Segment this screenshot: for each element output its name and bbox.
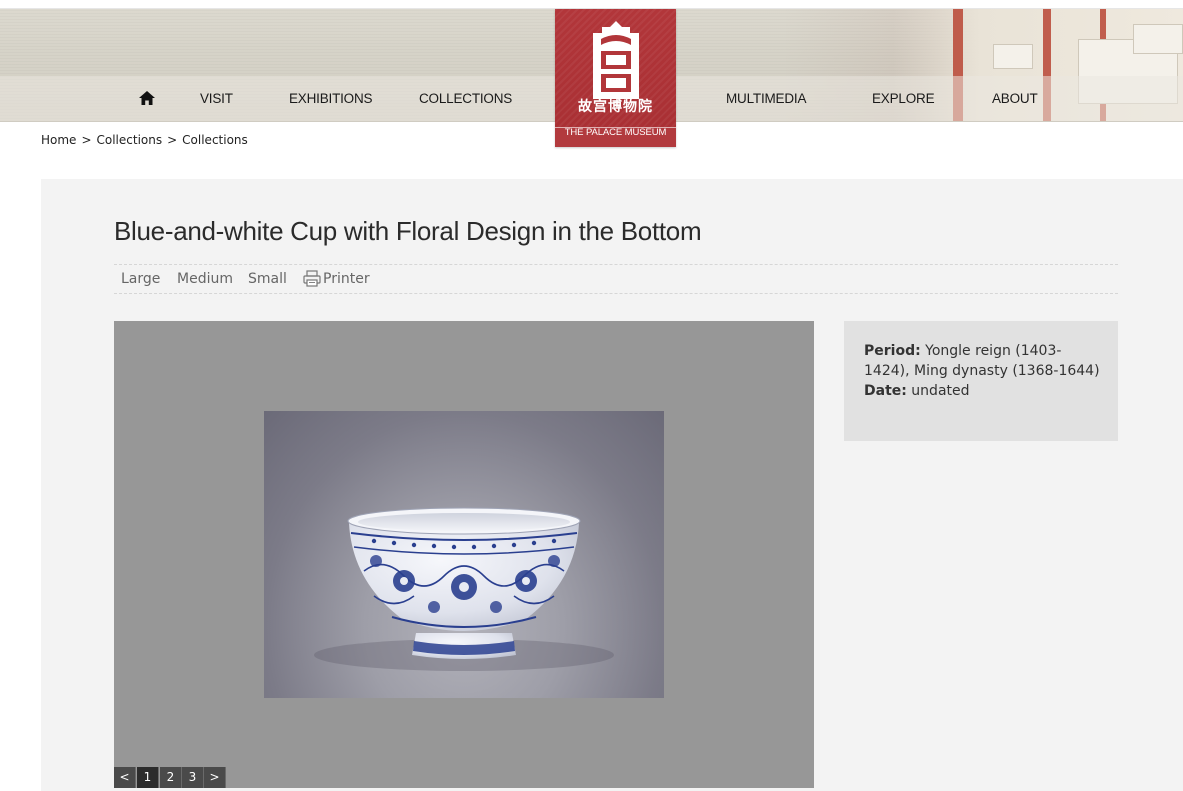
logo-caption: THE PALACE MUSEUM <box>564 127 667 138</box>
gate-icon <box>593 21 639 99</box>
printer-link[interactable]: Printer <box>323 270 370 288</box>
pager-page-2[interactable]: 2 <box>160 767 182 788</box>
period-row: Period: Yongle reign (1403-1424), Ming d… <box>864 341 1100 381</box>
home-icon[interactable] <box>139 91 155 105</box>
nav-multimedia[interactable]: MULTIMEDIA <box>726 90 806 108</box>
nav-exhibitions[interactable]: EXHIBITIONS <box>289 90 373 108</box>
page-title: Blue-and-white Cup with Floral Design in… <box>114 216 702 246</box>
pager-next-button[interactable]: > <box>204 767 226 788</box>
breadcrumb-home[interactable]: Home <box>41 133 76 147</box>
pager-prev-button[interactable]: < <box>114 767 136 788</box>
nav-collections[interactable]: COLLECTIONS <box>419 90 512 108</box>
date-value: undated <box>906 383 970 399</box>
breadcrumb-collections[interactable]: Collections <box>97 133 163 147</box>
font-size-small[interactable]: Small <box>248 270 287 288</box>
printer-icon[interactable] <box>303 270 321 287</box>
nav-about[interactable]: ABOUT <box>992 90 1038 108</box>
artifact-info-box: Period: Yongle reign (1403-1424), Ming d… <box>844 321 1118 441</box>
divider <box>114 293 1118 294</box>
date-row: Date: undated <box>864 381 1100 401</box>
font-size-large[interactable]: Large <box>121 270 160 288</box>
date-label: Date: <box>864 383 907 399</box>
divider <box>114 264 1118 265</box>
pager-page-1[interactable]: 1 <box>137 767 159 788</box>
top-strip <box>0 0 1183 9</box>
font-size-medium[interactable]: Medium <box>177 270 233 288</box>
blue-white-cup-image <box>314 507 614 671</box>
period-label: Period: <box>864 343 921 359</box>
breadcrumb: Home > Collections > Collections <box>41 133 248 149</box>
breadcrumb-current[interactable]: Collections <box>182 133 248 147</box>
logo-chinese-name: 故宫博物院 <box>578 99 653 115</box>
breadcrumb-separator: > <box>167 133 178 147</box>
pager-page-3[interactable]: 3 <box>182 767 204 788</box>
nav-explore[interactable]: EXPLORE <box>872 90 935 108</box>
artifact-photo[interactable] <box>264 411 664 698</box>
breadcrumb-separator: > <box>81 133 92 147</box>
nav-visit[interactable]: VISIT <box>200 90 233 108</box>
